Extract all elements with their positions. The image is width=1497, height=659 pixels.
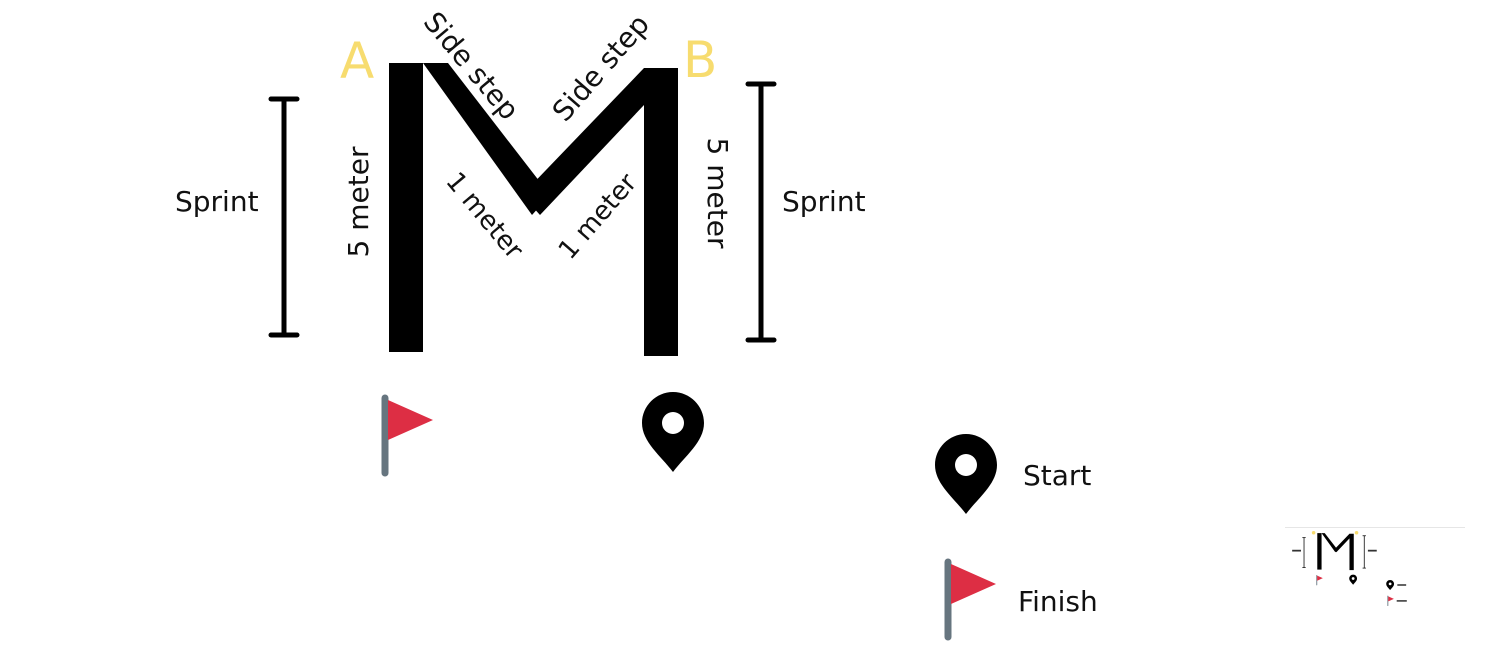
m-course-shape bbox=[389, 63, 678, 356]
m-drill-diagram: A B Sprint Sprint 5 meter 5 meter Side s… bbox=[175, 5, 1098, 659]
diagram-thumbnail bbox=[1285, 527, 1465, 628]
legend-start-label: Start bbox=[1023, 459, 1091, 492]
legend-flag-icon bbox=[948, 562, 996, 637]
flag-icon bbox=[385, 398, 433, 473]
sprint-bar-right bbox=[745, 81, 777, 343]
legend: Start Finish bbox=[935, 434, 1098, 637]
right-leg bbox=[644, 68, 678, 356]
point-a-label: A bbox=[340, 32, 374, 90]
legend-map-pin-icon bbox=[935, 434, 997, 514]
sprint-label-left: Sprint bbox=[175, 185, 259, 218]
map-pin-icon bbox=[642, 392, 704, 472]
left-leg bbox=[389, 63, 423, 352]
distance-label-right: 5 meter bbox=[701, 138, 734, 249]
point-b-label: B bbox=[683, 31, 717, 89]
sprint-bar-left bbox=[268, 96, 300, 338]
distance-label-left: 5 meter bbox=[342, 146, 375, 257]
legend-finish-label: Finish bbox=[1018, 585, 1098, 618]
sprint-label-right: Sprint bbox=[782, 185, 866, 218]
